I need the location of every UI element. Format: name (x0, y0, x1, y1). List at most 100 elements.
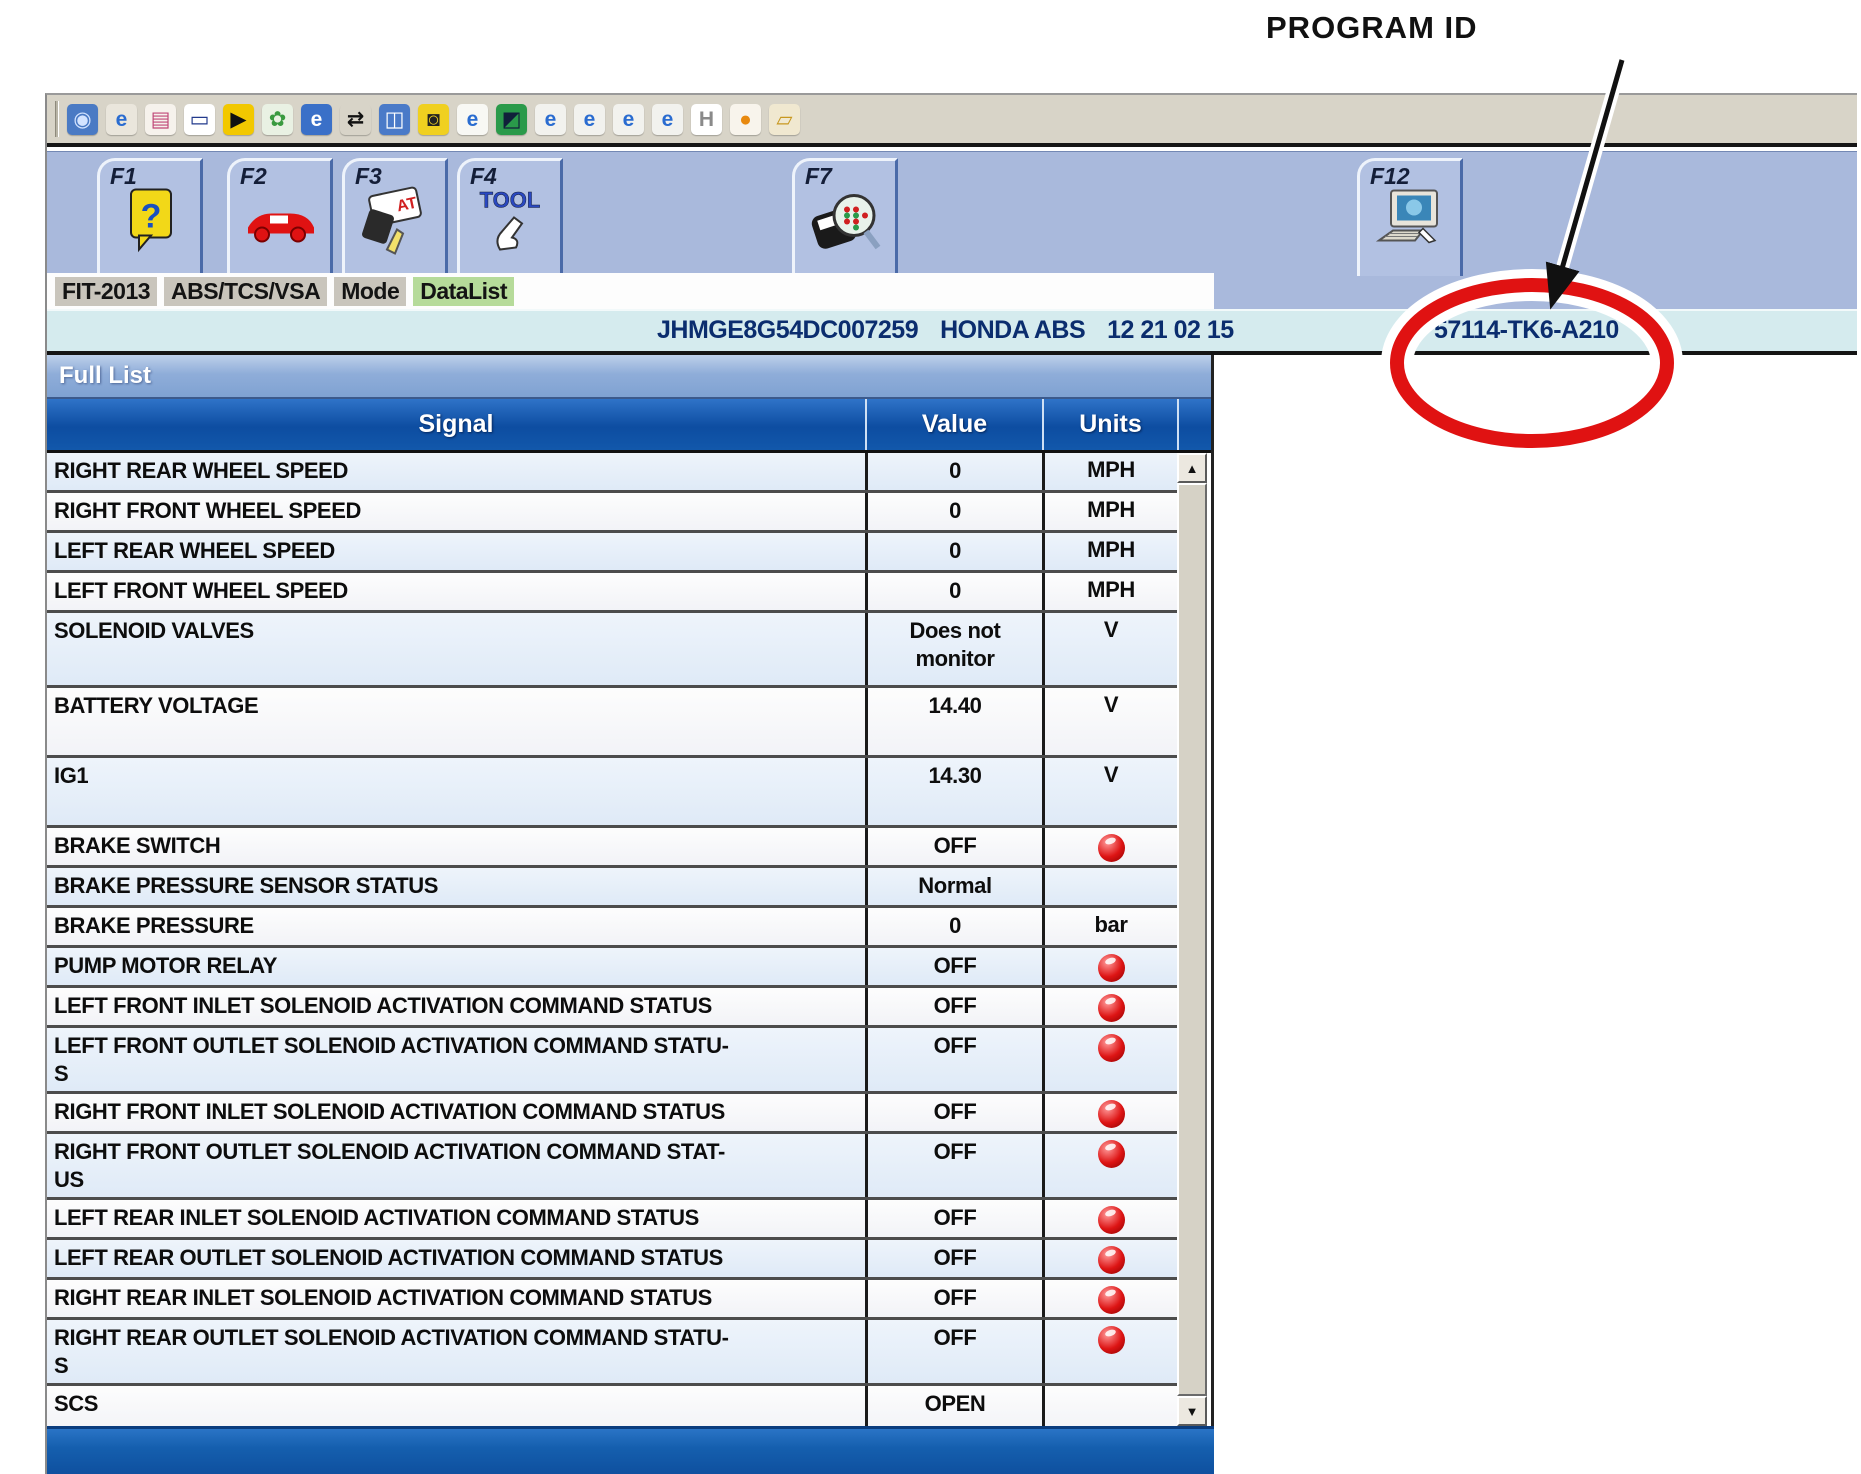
units-cell: MPH (1042, 493, 1177, 530)
units-cell: MPH (1042, 453, 1177, 490)
table-row[interactable]: BRAKE SWITCHOFF (47, 828, 1177, 868)
table-row[interactable]: BRAKE PRESSURE0bar (47, 908, 1177, 948)
table-row[interactable]: RIGHT REAR OUTLET SOLENOID ACTIVATION CO… (47, 1320, 1177, 1386)
scroll-down-button[interactable]: ▼ (1177, 1396, 1207, 1426)
value-cell: OFF (865, 1200, 1042, 1237)
fkey-button-f4[interactable]: F4TOOL (457, 158, 563, 276)
red-status-led (1098, 1326, 1125, 1354)
pc-icon (1373, 189, 1447, 258)
units-cell: bar (1042, 908, 1177, 945)
signal-cell: LEFT FRONT INLET SOLENOID ACTIVATION COM… (47, 988, 865, 1025)
vin-value: JHMGE8G54DC007259 (657, 316, 918, 345)
signal-cell: IG1 (47, 758, 865, 825)
table-row[interactable]: BRAKE PRESSURE SENSOR STATUSNormal (47, 868, 1177, 908)
ie-swoosh-icon[interactable]: e (457, 104, 488, 135)
signal-cell: LEFT FRONT OUTLET SOLENOID ACTIVATION CO… (47, 1028, 865, 1091)
connector-icon (806, 182, 884, 265)
tab-mode[interactable]: Mode (334, 277, 406, 306)
table-row[interactable]: RIGHT FRONT WHEEL SPEED0MPH (47, 493, 1177, 533)
fkey-button-f2[interactable]: F2 (227, 158, 333, 276)
tab-datalist[interactable]: DataList (413, 277, 514, 306)
red-status-led (1098, 1100, 1125, 1128)
folder-icon[interactable]: ▱ (769, 104, 800, 135)
value-cell: OPEN (865, 1386, 1042, 1426)
save-icon[interactable]: ◫ (379, 104, 410, 135)
globe-icon[interactable]: ◉ (67, 104, 98, 135)
table-row[interactable]: LEFT REAR INLET SOLENOID ACTIVATION COMM… (47, 1200, 1177, 1240)
vehicle-info-text: JHMGE8G54DC007259 HONDA ABS 12 21 02 15 (657, 316, 1234, 345)
table-row[interactable]: BATTERY VOLTAGE14.40V (47, 688, 1177, 758)
table-row[interactable]: RIGHT FRONT INLET SOLENOID ACTIVATION CO… (47, 1094, 1177, 1134)
units-cell (1042, 948, 1177, 985)
value-cell: 14.30 (865, 758, 1042, 825)
signal-cell: BRAKE PRESSURE SENSOR STATUS (47, 868, 865, 905)
fkey-button-f7[interactable]: F7 (792, 158, 898, 276)
orange-globe-icon[interactable]: ● (730, 104, 761, 135)
signal-cell: BRAKE SWITCH (47, 828, 865, 865)
table-row[interactable]: SCSOPEN (47, 1386, 1177, 1426)
table-row[interactable]: SOLENOID VALVESDoes not monitorV (47, 613, 1177, 688)
ie-box-icon[interactable]: e (301, 104, 332, 135)
table-row[interactable]: LEFT FRONT OUTLET SOLENOID ACTIVATION CO… (47, 1028, 1177, 1094)
value-cell: OFF (865, 948, 1042, 985)
table-row[interactable]: IG114.30V (47, 758, 1177, 828)
units-cell: MPH (1042, 573, 1177, 610)
honda-hds-icon[interactable]: H (691, 104, 722, 135)
ie-doc-icon[interactable]: e (652, 104, 683, 135)
ie-doc-icon[interactable]: e (574, 104, 605, 135)
tab-system[interactable]: ABS/TCS/VSA (164, 277, 327, 306)
sync-arrows-icon[interactable]: ⇄ (340, 104, 371, 135)
column-header-value[interactable]: Value (865, 399, 1042, 450)
units-cell (1042, 1280, 1177, 1317)
red-status-led (1098, 1206, 1125, 1234)
value-cell: Does not monitor (865, 613, 1042, 685)
table-row[interactable]: RIGHT REAR WHEEL SPEED0MPH (47, 453, 1177, 493)
fkey-button-f3[interactable]: F3AT (342, 158, 448, 276)
ie-icon[interactable]: e (106, 104, 137, 135)
table-row[interactable]: LEFT REAR OUTLET SOLENOID ACTIVATION COM… (47, 1240, 1177, 1280)
panel-title: Full List (47, 355, 1211, 399)
document-icon[interactable]: ▤ (145, 104, 176, 135)
table-row[interactable]: RIGHT REAR INLET SOLENOID ACTIVATION COM… (47, 1280, 1177, 1320)
table-row[interactable]: LEFT FRONT INLET SOLENOID ACTIVATION COM… (47, 988, 1177, 1028)
units-cell (1042, 1134, 1177, 1197)
hds-window: ◉e▤▭▶✿e⇄◫◙e◩eeeeH●▱ F1?F2F3ATF4TOOLF7F12… (45, 93, 1857, 1474)
ie-doc-icon[interactable]: e (535, 104, 566, 135)
value-cell: OFF (865, 1320, 1042, 1383)
media-player-icon[interactable]: ▶ (223, 104, 254, 135)
messenger-icon[interactable]: ✿ (262, 104, 293, 135)
column-header-units[interactable]: Units (1042, 399, 1177, 450)
table-row[interactable]: PUMP MOTOR RELAYOFF (47, 948, 1177, 988)
signal-cell: BATTERY VOLTAGE (47, 688, 865, 755)
fkey-label: F12 (1370, 163, 1410, 190)
signal-cell: SCS (47, 1386, 865, 1426)
scroll-up-button[interactable]: ▲ (1177, 453, 1207, 483)
svg-text:?: ? (141, 198, 162, 236)
signal-cell: RIGHT FRONT OUTLET SOLENOID ACTIVATION C… (47, 1134, 865, 1197)
table-header: Signal Value Units (47, 399, 1211, 453)
vertical-scrollbar[interactable]: ▲ ▼ (1177, 453, 1207, 1426)
value-cell: OFF (865, 1094, 1042, 1131)
fkey-button-f1[interactable]: F1? (97, 158, 203, 276)
value-cell: 14.40 (865, 688, 1042, 755)
table-row[interactable]: RIGHT FRONT OUTLET SOLENOID ACTIVATION C… (47, 1134, 1177, 1200)
table-row[interactable]: LEFT FRONT WHEEL SPEED0MPH (47, 573, 1177, 613)
scrollbar-thumb[interactable] (1177, 483, 1207, 1396)
signal-cell: RIGHT REAR WHEEL SPEED (47, 453, 865, 490)
lock-icon[interactable]: ◙ (418, 104, 449, 135)
units-cell (1042, 988, 1177, 1025)
fkey-label: F2 (240, 163, 267, 190)
fkey-button-f12[interactable]: F12 (1357, 158, 1463, 276)
value-cell: 0 (865, 453, 1042, 490)
column-header-signal[interactable]: Signal (47, 399, 865, 450)
tool-icon: TOOL (474, 186, 546, 261)
signal-cell: RIGHT FRONT INLET SOLENOID ACTIVATION CO… (47, 1094, 865, 1131)
ie-doc-icon[interactable]: e (613, 104, 644, 135)
table-row[interactable]: LEFT REAR WHEEL SPEED0MPH (47, 533, 1177, 573)
value-cell: 0 (865, 573, 1042, 610)
network-icon[interactable]: ◩ (496, 104, 527, 135)
fkey-label: F1 (110, 163, 137, 190)
window-icon[interactable]: ▭ (184, 104, 215, 135)
tab-vehicle[interactable]: FIT-2013 (55, 277, 157, 306)
toolbar-grip[interactable] (55, 101, 59, 137)
